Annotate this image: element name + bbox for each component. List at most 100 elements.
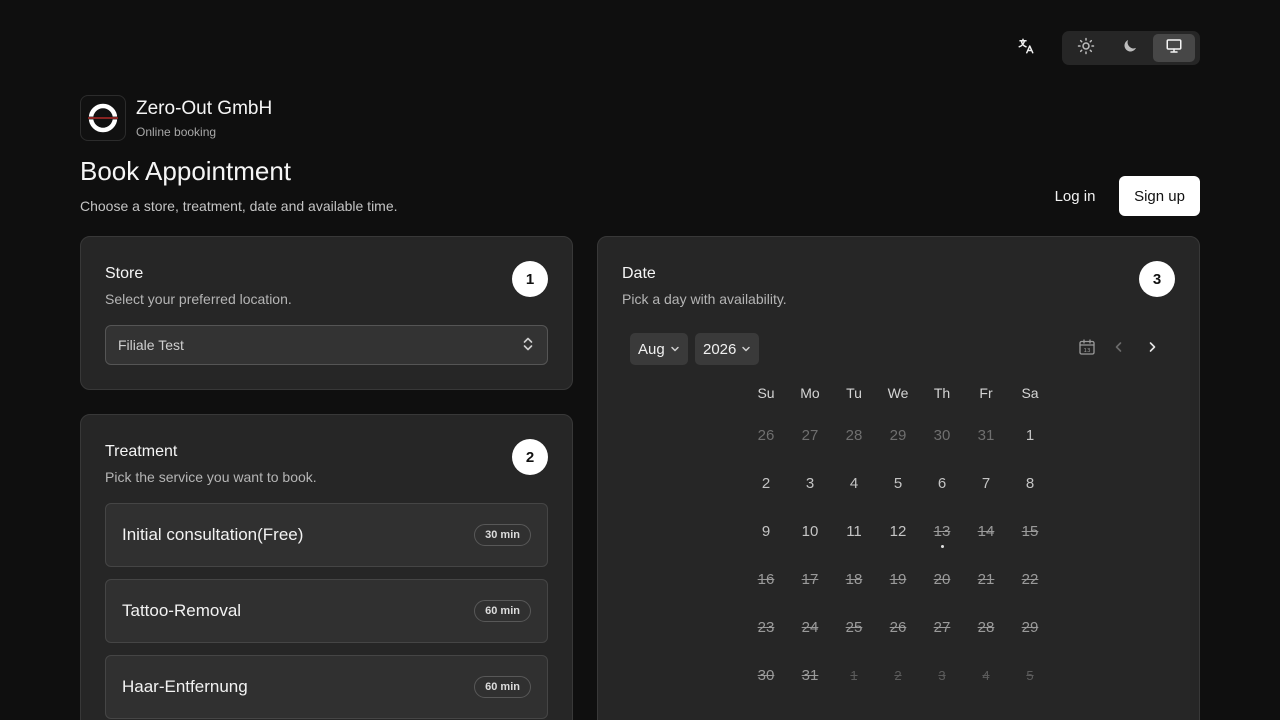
calendar-day[interactable]: 3 bbox=[788, 459, 832, 507]
calendar-day[interactable]: 12 bbox=[876, 507, 920, 555]
calendar-week: 30 31 1 2 3 4 5 bbox=[744, 651, 1052, 699]
today-dot bbox=[940, 545, 944, 548]
calendar-day-unavailable: 15 bbox=[1021, 522, 1039, 540]
calendar-day-today-label: 13 bbox=[933, 522, 951, 540]
calendar-day[interactable]: 7 bbox=[964, 459, 1008, 507]
sun-icon bbox=[1077, 37, 1095, 60]
calendar-day-outside[interactable]: 28 bbox=[832, 411, 876, 459]
calendar-day[interactable]: 2 bbox=[744, 459, 788, 507]
duration-badge: 30 min bbox=[474, 524, 531, 546]
step-badge: 1 bbox=[512, 261, 548, 297]
calendar-day-outside-unavailable: 5 bbox=[1026, 667, 1034, 683]
duration-badge: 60 min bbox=[474, 676, 531, 698]
calendar-day-unavailable: 14 bbox=[977, 522, 995, 540]
today-button[interactable]: 13 bbox=[1075, 337, 1099, 361]
calendar-week: 2 3 4 5 6 7 8 bbox=[744, 459, 1052, 507]
treatment-card: Treatment Pick the service you want to b… bbox=[80, 414, 573, 720]
calendar-grid: Su Mo Tu We Th Fr Sa 26 27 28 29 30 31 1… bbox=[744, 385, 1052, 699]
calendar-day-unavailable: 26 bbox=[889, 618, 907, 636]
calendar-day[interactable]: 10 bbox=[788, 507, 832, 555]
calendar-day-unavailable: 19 bbox=[889, 570, 907, 588]
date-card-description: Pick a day with availability. bbox=[622, 291, 787, 307]
light-theme-button[interactable] bbox=[1065, 34, 1107, 62]
calendar-icon: 13 bbox=[1078, 338, 1096, 361]
calendar-day[interactable]: 11 bbox=[832, 507, 876, 555]
calendar-day-outside-unavailable: 3 bbox=[938, 667, 946, 683]
dark-theme-button[interactable] bbox=[1109, 34, 1151, 62]
treatment-card-description: Pick the service you want to book. bbox=[105, 469, 317, 485]
store-card-description: Select your preferred location. bbox=[105, 291, 292, 307]
calendar-day-outside[interactable]: 30 bbox=[920, 411, 964, 459]
weekday-header-row: Su Mo Tu We Th Fr Sa bbox=[744, 385, 1052, 405]
step-badge: 3 bbox=[1139, 261, 1175, 297]
weekday-label: Tu bbox=[846, 385, 862, 401]
calendar-day-unavailable: 16 bbox=[757, 570, 775, 588]
page-subtitle: Choose a store, treatment, date and avai… bbox=[80, 198, 398, 214]
weekday-label: Sa bbox=[1021, 385, 1039, 401]
signup-button[interactable]: Sign up bbox=[1119, 176, 1200, 216]
calendar-day-unavailable: 22 bbox=[1021, 570, 1039, 588]
store-card-title: Store bbox=[105, 265, 144, 282]
treatment-option[interactable]: Haar-Entfernung 60 min bbox=[105, 655, 548, 719]
calendar-day-outside[interactable]: 27 bbox=[788, 411, 832, 459]
calendar-day-outside[interactable]: 29 bbox=[876, 411, 920, 459]
calendar-day-outside-unavailable: 1 bbox=[850, 667, 858, 683]
weekday-label: We bbox=[887, 385, 909, 401]
login-button[interactable]: Log in bbox=[1045, 176, 1105, 216]
treatment-card-title: Treatment bbox=[105, 443, 178, 460]
calendar-day-unavailable: 25 bbox=[845, 618, 863, 636]
calendar-day[interactable]: 5 bbox=[876, 459, 920, 507]
calendar-day-outside-unavailable: 4 bbox=[982, 667, 990, 683]
next-month-button[interactable] bbox=[1140, 337, 1164, 361]
calendar-day-unavailable: 30 bbox=[757, 666, 775, 684]
calendar-day-today: 13 bbox=[920, 507, 964, 555]
treatment-option[interactable]: Tattoo-Removal 60 min bbox=[105, 579, 548, 643]
brand-subtitle: Online booking bbox=[136, 125, 217, 139]
date-card: Date Pick a day with availability. 3 Aug… bbox=[597, 236, 1200, 720]
chevron-down-icon bbox=[741, 341, 751, 358]
previous-month-button[interactable] bbox=[1107, 337, 1131, 361]
treatment-name: Haar-Entfernung bbox=[122, 677, 248, 696]
treatment-name: Initial consultation(Free) bbox=[122, 525, 304, 544]
system-theme-button[interactable] bbox=[1153, 34, 1195, 62]
calendar-day-unavailable: 21 bbox=[977, 570, 995, 588]
store-select[interactable]: Filiale Test bbox=[105, 325, 548, 365]
date-card-title: Date bbox=[622, 265, 656, 282]
language-button[interactable] bbox=[1010, 33, 1042, 63]
calendar-week: 23 24 25 26 27 28 29 bbox=[744, 603, 1052, 651]
calendar-day[interactable]: 1 bbox=[1008, 411, 1052, 459]
calendar-day-unavailable: 23 bbox=[757, 618, 775, 636]
year-select[interactable]: 2026 bbox=[695, 333, 760, 365]
month-select[interactable]: Aug bbox=[630, 333, 688, 365]
chevron-left-icon bbox=[1112, 340, 1126, 359]
brand-logo bbox=[80, 95, 126, 141]
calendar-day-outside[interactable]: 26 bbox=[744, 411, 788, 459]
calendar-week: 26 27 28 29 30 31 1 bbox=[744, 411, 1052, 459]
translate-icon bbox=[1017, 37, 1035, 60]
theme-switcher bbox=[1062, 31, 1200, 65]
calendar-week: 9 10 11 12 13 14 15 bbox=[744, 507, 1052, 555]
calendar-day[interactable]: 8 bbox=[1008, 459, 1052, 507]
store-select-value: Filiale Test bbox=[118, 337, 184, 353]
calendar-day[interactable]: 4 bbox=[832, 459, 876, 507]
moon-icon bbox=[1121, 37, 1139, 60]
page-title: Book Appointment bbox=[80, 156, 292, 186]
calendar-day-unavailable: 24 bbox=[801, 618, 819, 636]
calendar-day[interactable]: 9 bbox=[744, 507, 788, 555]
calendar-day-unavailable: 17 bbox=[801, 570, 819, 588]
treatment-option[interactable]: Initial consultation(Free) 30 min bbox=[105, 503, 548, 567]
brand-name: Zero-Out GmbH bbox=[136, 98, 273, 119]
weekday-label: Th bbox=[933, 385, 951, 401]
chevron-down-icon bbox=[670, 341, 680, 358]
weekday-label: Mo bbox=[800, 385, 820, 401]
monitor-icon bbox=[1165, 37, 1183, 60]
calendar-day-unavailable: 31 bbox=[801, 666, 819, 684]
calendar-day-unavailable: 18 bbox=[845, 570, 863, 588]
calendar-day[interactable]: 6 bbox=[920, 459, 964, 507]
calendar-week: 16 17 18 19 20 21 22 bbox=[744, 555, 1052, 603]
calendar-day-outside[interactable]: 31 bbox=[964, 411, 1008, 459]
calendar-day-outside-unavailable: 2 bbox=[894, 667, 902, 683]
treatment-name: Tattoo-Removal bbox=[122, 601, 242, 620]
month-value: Aug bbox=[638, 340, 665, 358]
store-card: Store Select your preferred location. 1 … bbox=[80, 236, 573, 390]
